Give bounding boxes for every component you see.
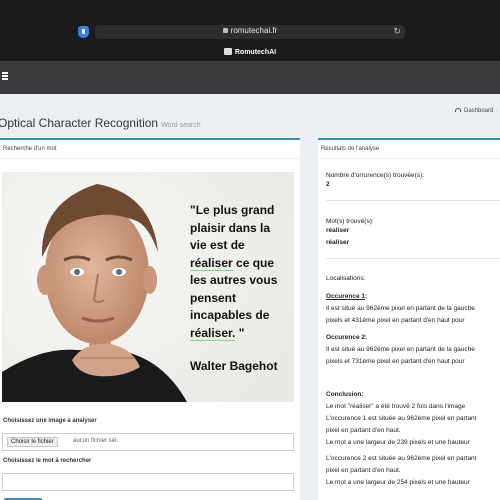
found-word: réaliser <box>326 227 350 234</box>
found-word: réaliser <box>326 239 350 246</box>
quote-line: "Le plus grand <box>190 203 275 217</box>
app-navbar <box>0 61 500 94</box>
quote-line: les autres vous <box>190 273 278 287</box>
conclusion-line: L'occurence 1 est située au 962ème pixel… <box>326 415 477 422</box>
conclusion-line: L'occurence 2 est située au 962ème pixel… <box>326 455 477 462</box>
reload-icon[interactable]: ↻ <box>393 26 401 37</box>
occurrence-1-detail: Il est situé au 962ème pixel en partant … <box>326 305 475 312</box>
conclusion-line: pixel en partant d'en haut. <box>326 467 401 474</box>
browser-chrome: romutechai.fr ↻ RomutechAI <box>0 0 500 61</box>
search-box-header: Recherche d'un mot <box>0 140 300 159</box>
quote-line: plaisir dans la <box>190 220 271 235</box>
image-file-input[interactable]: Choisir le fichier aucun fichier sél. <box>2 433 294 451</box>
quote-line: réaliser. " <box>190 325 277 343</box>
highlighted-word: réaliser <box>190 255 233 271</box>
word-label: Choisissez le mot à rechercher <box>3 458 92 464</box>
address-text: romutechai.fr <box>95 26 405 35</box>
occurrence-2-detail: pixels et 731ème pixel en partant d'en h… <box>326 358 465 365</box>
hamburger-menu-icon[interactable] <box>2 72 8 80</box>
main-content: Optical Character Recognition Word search… <box>0 94 500 500</box>
conclusion-title: Conclusion: <box>326 391 364 398</box>
found-words-label: Mot(s) trouvé(s): <box>326 218 374 225</box>
occurrence-2-detail: Il est situé au 962ème pixel en partant … <box>326 346 475 353</box>
conclusion-line: pixel en partant d'en haut. <box>326 427 401 434</box>
breadcrumb-separator: › <box>496 108 499 114</box>
image-label: Choisissez une image à analyser <box>3 418 97 424</box>
choose-file-button[interactable]: Choisir le fichier <box>7 437 58 447</box>
page-subtitle: Word search <box>161 122 201 129</box>
quote-fragment: " <box>235 325 245 340</box>
tab-title-text: RomutechAI <box>234 49 277 56</box>
highlighted-word: réaliser. <box>190 325 236 341</box>
lock-icon <box>222 28 228 33</box>
locations-label: Localisations: <box>326 275 366 282</box>
page-title-text: Optical Character Recognition <box>0 116 159 130</box>
conclusion-line: Le mot a une largeur de 254 pixels et un… <box>326 479 470 486</box>
word-search-input[interactable] <box>2 473 294 491</box>
quote-line: réaliser ce que <box>190 255 277 273</box>
quote-line: incapables de <box>190 308 270 322</box>
favicon-icon <box>223 48 232 55</box>
tab-title[interactable]: RomutechAI <box>0 48 500 56</box>
shield-icon[interactable] <box>78 26 89 38</box>
breadcrumb[interactable]: Dashboard › <box>455 108 498 114</box>
conclusion-line: Le mot a une largeur de 239 pixels et un… <box>326 439 470 446</box>
quote-fragment: ce que <box>232 255 275 270</box>
analyzed-image: "Le plus grand plaisir dans la vie est d… <box>2 172 294 402</box>
quote-line: pensent <box>190 290 237 305</box>
occurrence-2-title: Occurence 2: <box>326 334 368 341</box>
breadcrumb-dashboard[interactable]: Dashboard <box>464 108 493 114</box>
divider <box>326 200 500 201</box>
quote-text: "Le plus grand plaisir dans la vie est d… <box>190 202 277 342</box>
dashboard-icon <box>455 108 461 112</box>
occurrence-1-colon: : <box>365 293 368 300</box>
results-box: Résultats de l'analyse Nombre d'orrurenc… <box>318 138 500 500</box>
occurrence-count: 2 <box>326 181 330 188</box>
file-status: aucun fichier sél. <box>73 438 119 444</box>
url-label: romutechai.fr <box>230 26 278 35</box>
quote-author: Walter Bagehot <box>190 359 278 373</box>
occurrence-1-title-text: Occurence 1 <box>326 293 366 300</box>
address-bar[interactable]: romutechai.fr ↻ <box>95 25 405 39</box>
search-box: Recherche d'un mot "Le plus grand plaisi… <box>0 138 300 500</box>
page-title: Optical Character Recognition Word search <box>0 116 201 130</box>
divider <box>326 258 500 259</box>
occurrence-count-label: Nombre d'orrurence(s) trouvée(s): <box>326 172 425 179</box>
quote-line: vie est de <box>190 238 245 252</box>
results-box-header: Résultats de l'analyse <box>318 140 500 159</box>
conclusion-line: Le mot "réaliser" a été trouvé 2 fois da… <box>326 403 466 410</box>
occurrence-1-title: Occurence 1: <box>326 292 367 301</box>
occurrence-1-detail: pixels et 431ème pixel en partant d'en h… <box>326 317 465 324</box>
